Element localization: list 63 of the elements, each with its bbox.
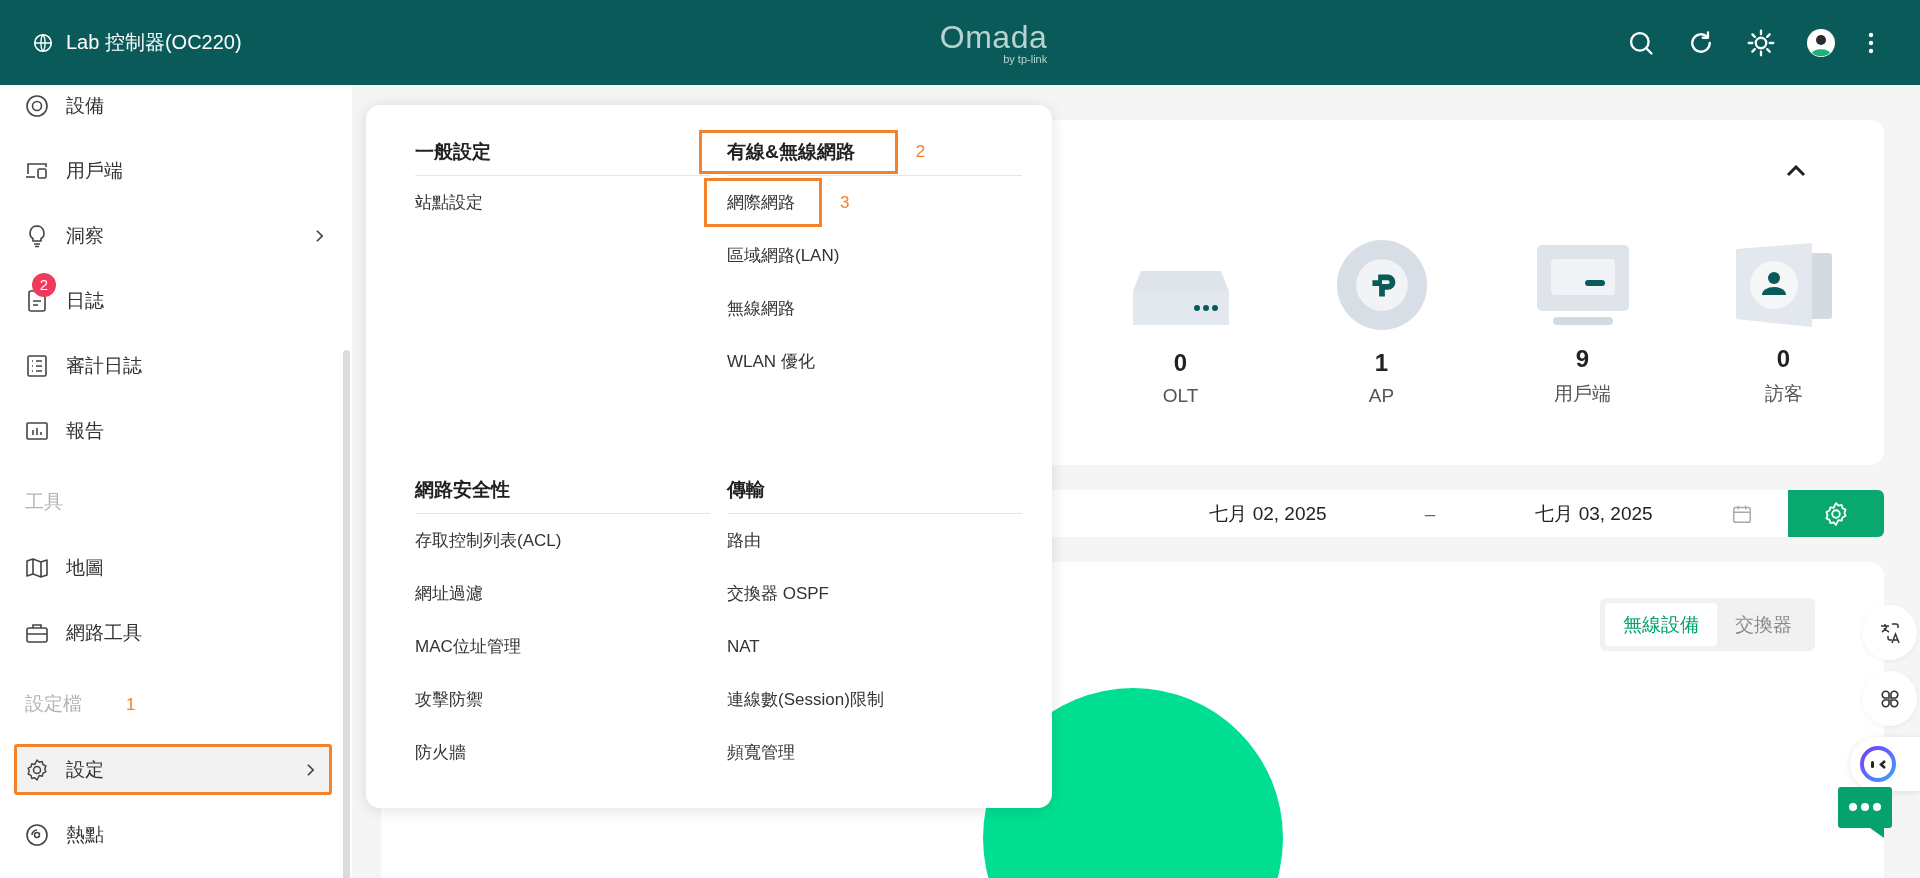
stat-label: 訪客 — [1764, 382, 1803, 406]
stat-value: 1 — [1374, 349, 1389, 377]
menu-item[interactable]: 區域網路(LAN) — [727, 244, 840, 267]
globe-icon — [32, 31, 54, 54]
map-icon — [25, 555, 49, 580]
document-icon — [25, 288, 49, 313]
scrollbar[interactable] — [343, 350, 350, 878]
chevron-right-icon — [315, 228, 324, 243]
access-point-icon — [1335, 239, 1428, 331]
sidebar-item[interactable]: 網路工具 — [0, 600, 338, 665]
menu-item[interactable]: 防火牆 — [415, 741, 466, 764]
sidebar-item[interactable]: 洞察 — [0, 203, 338, 268]
hotspot-icon — [25, 822, 49, 847]
menu-item[interactable]: MAC位址管理 — [415, 635, 521, 658]
section-title: 工具 — [25, 490, 63, 514]
sidebar-item[interactable]: 地圖 — [0, 535, 338, 600]
stat-value: 0 — [1173, 349, 1188, 377]
sidebar-item[interactable]: 審計日誌 — [0, 333, 338, 398]
stat-label: 用戶端 — [1554, 382, 1611, 406]
sidebar-item[interactable]: 設備 — [0, 85, 338, 138]
list-icon — [25, 353, 49, 378]
logo-subtext: by tp-link — [1003, 53, 1048, 65]
menu-item[interactable]: 交換器 OSPF — [727, 582, 829, 605]
stat-label: OLT — [1162, 385, 1199, 407]
site-name[interactable]: Lab 控制器(OC220) — [66, 29, 242, 56]
menu-item[interactable]: 連線數(Session)限制 — [727, 688, 884, 711]
annotation-number: 1 — [126, 695, 136, 715]
menu-item[interactable]: 網際網路 — [727, 191, 795, 214]
section-title: 設定檔 — [25, 692, 82, 716]
chat-icon[interactable] — [1838, 787, 1892, 839]
target-icon — [25, 93, 49, 118]
menu-item[interactable]: 網址過濾 — [415, 582, 483, 605]
sidebar-item[interactable]: 熱點 — [0, 802, 338, 867]
sun-icon[interactable] — [1747, 28, 1775, 57]
sidebar-item[interactable]: 2 日誌 — [0, 268, 338, 333]
menu-item[interactable]: NAT — [727, 636, 760, 657]
avatar-icon[interactable] — [1807, 28, 1835, 57]
monitor-icon — [1534, 243, 1631, 327]
settings-icon — [25, 757, 49, 782]
settings-button[interactable] — [1788, 490, 1884, 537]
annotation-number: 2 — [915, 142, 926, 162]
menu-item[interactable]: 無線網路 — [727, 297, 795, 320]
logo-text: Omada — [939, 20, 1048, 53]
assistant-face-icon — [1860, 746, 1896, 782]
menu-section-title: 有線&無線網路 — [727, 140, 855, 164]
stat-value: 9 — [1575, 345, 1590, 373]
menu-section-title: 一般設定 — [415, 140, 491, 164]
notification-badge: 2 — [32, 272, 56, 297]
chevron-right-icon — [306, 762, 315, 777]
menu-item[interactable]: 頻寬管理 — [727, 741, 795, 764]
more-icon[interactable] — [1867, 30, 1875, 55]
sidebar-item[interactable]: 設定 — [17, 747, 329, 792]
stat-value: 0 — [1776, 345, 1791, 373]
menu-item[interactable]: 站點設定 — [415, 191, 483, 214]
chevron-up-icon[interactable] — [1786, 165, 1806, 177]
sidebar-item[interactable]: 報告 — [0, 398, 338, 463]
guest-portal-icon — [1733, 241, 1834, 327]
annotation-number: 3 — [840, 192, 850, 213]
menu-item[interactable]: 攻擊防禦 — [415, 688, 483, 711]
stat-label: AP — [1368, 385, 1395, 407]
settings-icon — [1823, 500, 1849, 527]
menu-item[interactable]: WLAN 優化 — [727, 350, 815, 373]
sidebar-item[interactable]: 用戶端 — [0, 138, 338, 203]
